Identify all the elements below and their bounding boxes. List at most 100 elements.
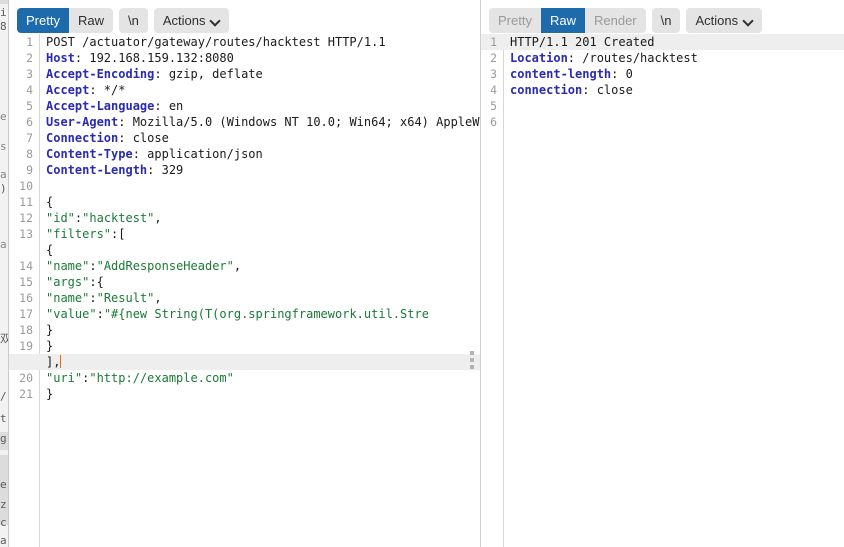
line-text: "id":"hacktest", [39,210,162,226]
code-token: : application/json [132,147,263,161]
code-token: "AddResponseHeader" [96,259,234,273]
code-token: : 192.168.159.132:8080 [74,51,234,65]
code-line: 4 connection: close [481,82,844,98]
response-code: 1 HTTP/1.1 201 Created 2 Location: /routes/… [481,34,844,130]
code-token: : 329 [147,163,184,177]
background-text-fragment: i [0,6,7,19]
code-token: "id" [46,211,75,225]
code-line: 2 Host: 192.168.159.132:8080 [9,50,480,66]
code-token: Accept [46,83,90,97]
response-editor[interactable]: 1 HTTP/1.1 201 Created 2 Location: /routes/… [481,34,844,547]
line-number: 5 [490,99,497,113]
background-text-fragment: a [0,168,7,181]
code-line: 1 POST /actuator/gateway/routes/hacktest … [9,34,480,50]
chevron-down-icon [744,16,753,25]
line-number: 4 [26,83,33,97]
line-text: { [39,242,53,258]
line-number: 17 [19,307,33,321]
line-number: 6 [26,115,33,129]
request-response-split: Pretty Raw \n Actions 1 POST /actuator/ga… [9,0,844,547]
response-view-tabs: Pretty Raw Render [489,7,646,33]
code-token: User-Agent [46,115,119,129]
code-line: 7 Connection: close [9,130,480,146]
code-line: 12 "id":"hacktest", [9,210,480,226]
background-text-fragment: z [0,498,7,511]
line-number: 21 [19,387,33,401]
chevron-down-icon [211,16,220,25]
code-line: 3 content-length: 0 [481,66,844,82]
request-newline-button[interactable]: \n [118,7,148,33]
line-number: 12 [19,211,33,225]
tab-request-pretty[interactable]: Pretty [17,7,69,33]
line-number: 2 [26,51,33,65]
code-token: : gzip, deflate [154,67,263,81]
line-number: 19 [19,339,33,353]
line-text: } [39,322,53,338]
code-token: Content-Type [46,147,133,161]
request-actions-button[interactable]: Actions [153,7,230,33]
tab-response-render[interactable]: Render [584,7,646,33]
code-token: Host [46,51,75,65]
request-view-tabs: Pretty Raw [17,7,113,33]
line-text: "name":"AddResponseHeader", [39,258,241,274]
code-line: 14 "name":"AddResponseHeader", [9,258,480,274]
tab-response-raw[interactable]: Raw [540,7,585,33]
code-token: , [154,211,162,225]
code-line: 11 { [9,194,480,210]
line-number: 10 [19,179,33,193]
text-cursor [60,355,62,368]
line-text: Accept-Language: en [39,98,183,114]
line-text: "name":"Result", [39,290,162,306]
code-token: "args" [46,275,90,289]
code-line: { [9,242,480,258]
code-token: : */* [89,83,126,97]
background-text-fragment: 8 [0,20,7,33]
code-line: 19 } [9,338,480,354]
code-line: 21} [9,386,480,402]
line-number: 20 [19,371,33,385]
line-number: 15 [19,275,33,289]
line-number: 13 [19,227,33,241]
line-text: "filters":[ [39,226,125,242]
response-newline-button[interactable]: \n [651,7,681,33]
background-text-fragment: ) [0,182,7,195]
response-actions-button[interactable]: Actions [686,7,763,33]
line-number: 14 [19,259,33,273]
code-token: "Result" [96,291,155,305]
code-line: 5 Accept-Language: en [9,98,480,114]
line-number: 11 [19,195,33,209]
code-token: ], [46,355,61,369]
line-text: Connection: close [39,130,169,146]
code-line: 6 User-Agent: Mozilla/5.0 (Windows NT 10.… [9,114,480,130]
code-line: ], [9,354,480,370]
background-text-fragment: / [0,390,7,403]
code-line: 4 Accept: */* [9,82,480,98]
tab-request-raw[interactable]: Raw [68,7,113,33]
request-toolbar: Pretty Raw \n Actions [9,0,480,34]
code-token: "name" [46,291,90,305]
code-token: "#{new String(T(org.springframework.util… [103,307,429,321]
code-line: 10 [9,178,480,194]
code-token: content-length [510,67,612,81]
code-token: : /routes/hacktest [567,51,698,65]
line-text: "uri":"http://example.com" [39,370,234,386]
line-text: Location: /routes/hacktest [503,50,698,66]
line-text: connection: close [503,82,633,98]
code-line: 2 Location: /routes/hacktest [481,50,844,66]
code-line: 18 } [9,322,480,338]
code-token: : [89,291,97,305]
request-editor[interactable]: 1 POST /actuator/gateway/routes/hacktest … [9,34,480,547]
line-number: 6 [490,115,497,129]
line-number: 8 [26,147,33,161]
code-token: :[ [111,227,126,241]
code-token: { [46,195,54,209]
code-token: , [154,291,162,305]
code-token: Accept-Language [46,99,155,113]
request-resize-grip[interactable] [470,351,474,369]
code-token: Accept-Encoding [46,67,155,81]
background-text-fragment: a [0,534,7,547]
tab-response-pretty[interactable]: Pretty [489,7,541,33]
code-token: , [233,259,242,273]
code-line: 5 [481,98,844,114]
background-text-fragment: e [0,478,7,491]
